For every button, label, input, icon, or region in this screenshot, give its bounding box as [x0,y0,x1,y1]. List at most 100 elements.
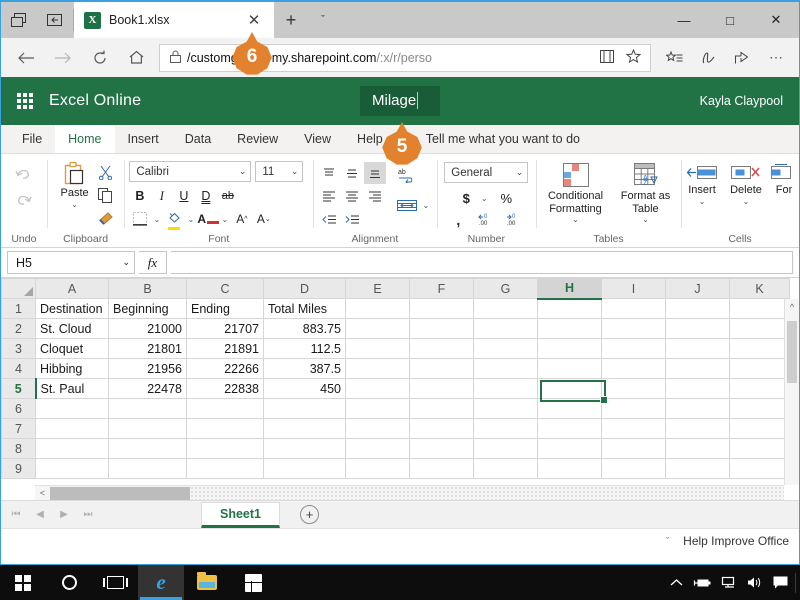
cell-g2[interactable] [473,318,538,339]
cell-b5[interactable]: 22478 [108,378,187,399]
horizontal-scrollbar[interactable]: < [35,485,784,500]
new-tab-button[interactable]: + [274,2,308,38]
cell-g9[interactable] [473,458,538,479]
insert-function-icon[interactable]: fx [139,251,167,274]
cell-j3[interactable] [665,338,730,359]
cell-h9[interactable] [537,458,602,479]
name-box[interactable]: H5 ⌄ [7,251,135,274]
row-header-9[interactable]: 9 [1,458,36,479]
cell-e4[interactable] [345,358,410,379]
app-launcher-icon[interactable] [1,93,49,109]
tab-review[interactable]: Review [224,125,291,153]
cell-d6[interactable] [263,398,346,419]
more-menu-icon[interactable]: ⋯ [759,41,793,74]
undo-button[interactable] [13,163,35,185]
cell-c8[interactable] [186,438,264,459]
align-bottom-button[interactable] [364,162,387,184]
prev-sheet-icon[interactable]: ◀ [29,504,51,526]
cell-c4[interactable]: 22266 [186,358,264,379]
cell-b3[interactable]: 21801 [108,338,187,359]
set-aside-tabs-icon[interactable] [37,2,73,38]
row-header-8[interactable]: 8 [1,438,36,459]
align-middle-button[interactable] [341,162,363,184]
tab-data[interactable]: Data [172,125,224,153]
cell-g3[interactable] [473,338,538,359]
cell-f9[interactable] [409,458,474,479]
cell-e6[interactable] [345,398,410,419]
vertical-scrollbar[interactable]: ^ [784,299,799,485]
cell-d3[interactable]: 112.5 [263,338,346,359]
cell-e3[interactable] [345,338,410,359]
cell-b9[interactable] [108,458,187,479]
grow-font-button[interactable]: A ^ [231,209,252,229]
chevron-down-icon[interactable]: ⌄ [741,197,752,206]
excel-brand[interactable]: Excel Online [49,92,141,110]
cell-i1[interactable] [601,298,666,319]
cell-h4[interactable] [537,358,602,379]
cell-i8[interactable] [601,438,666,459]
align-top-button[interactable] [318,162,340,184]
minimize-button[interactable]: — [661,2,707,38]
column-header-e[interactable]: E [345,278,410,299]
help-improve-office-link[interactable]: Help Improve Office [683,534,789,548]
cell-j2[interactable] [665,318,730,339]
cell-k7[interactable] [729,418,790,439]
cell-e7[interactable] [345,418,410,439]
cell-c2[interactable]: 21707 [186,318,264,339]
cell-c5[interactable]: 22838 [186,378,264,399]
cell-b1[interactable]: Beginning [108,298,187,319]
notes-pen-icon[interactable] [691,41,725,74]
cell-j8[interactable] [665,438,730,459]
shrink-font-button[interactable]: A ⌄ [253,209,274,229]
cell-c6[interactable] [186,398,264,419]
cell-a3[interactable]: Cloquet [35,338,109,359]
chevron-down-icon[interactable]: ⌄ [151,215,162,224]
row-header-1[interactable]: 1 [1,298,36,319]
scroll-left-icon[interactable]: < [35,488,50,498]
show-hidden-icons-button[interactable] [663,565,689,600]
cell-h8[interactable] [537,438,602,459]
font-color-button[interactable]: A [197,209,220,229]
next-sheet-icon[interactable]: ▶ [53,504,75,526]
show-desktop-button[interactable] [795,572,796,593]
cell-j5[interactable] [665,378,730,399]
tab-home[interactable]: Home [55,125,115,153]
font-size-select[interactable]: 11 ⌄ [255,161,304,182]
delete-cells-button[interactable]: Delete ⌄ [724,162,768,208]
tell-me-search[interactable]: Tell me what you want to do [426,125,580,153]
cell-b6[interactable] [108,398,187,419]
vertical-scroll-thumb[interactable] [787,321,797,383]
cell-e1[interactable] [345,298,410,319]
chevron-down-icon[interactable]: ⌄ [185,215,196,224]
merge-cells-button[interactable] [394,194,420,216]
cell-a7[interactable] [35,418,109,439]
close-tab-icon[interactable]: ✕ [242,8,266,32]
add-sheet-button[interactable]: + [300,505,319,524]
column-header-b[interactable]: B [108,278,187,299]
favorites-list-icon[interactable] [657,41,691,74]
cell-k6[interactable] [729,398,790,419]
cell-j4[interactable] [665,358,730,379]
italic-button[interactable]: I [151,186,172,206]
copy-button[interactable] [95,184,117,206]
fill-color-button[interactable] [163,209,184,230]
cell-f6[interactable] [409,398,474,419]
cell-f8[interactable] [409,438,474,459]
column-header-a[interactable]: A [35,278,109,299]
browser-tab[interactable]: X Book1.xlsx ✕ [74,2,274,38]
format-painter-button[interactable] [95,207,117,229]
cell-d8[interactable] [263,438,346,459]
currency-button[interactable]: $ [456,188,477,208]
select-all-button[interactable] [1,278,36,299]
formula-input[interactable] [171,251,793,274]
cell-k5[interactable] [729,378,790,399]
chevron-down-icon[interactable]: ⌄ [640,215,651,224]
column-header-h[interactable]: H [537,278,602,300]
cell-d1[interactable]: Total Miles [263,298,346,319]
favorite-star-icon[interactable] [620,48,646,66]
comma-button[interactable]: , [448,210,469,230]
cell-h5[interactable] [537,378,602,399]
cell-g5[interactable] [473,378,538,399]
cell-d9[interactable] [263,458,346,479]
column-header-g[interactable]: G [473,278,538,299]
